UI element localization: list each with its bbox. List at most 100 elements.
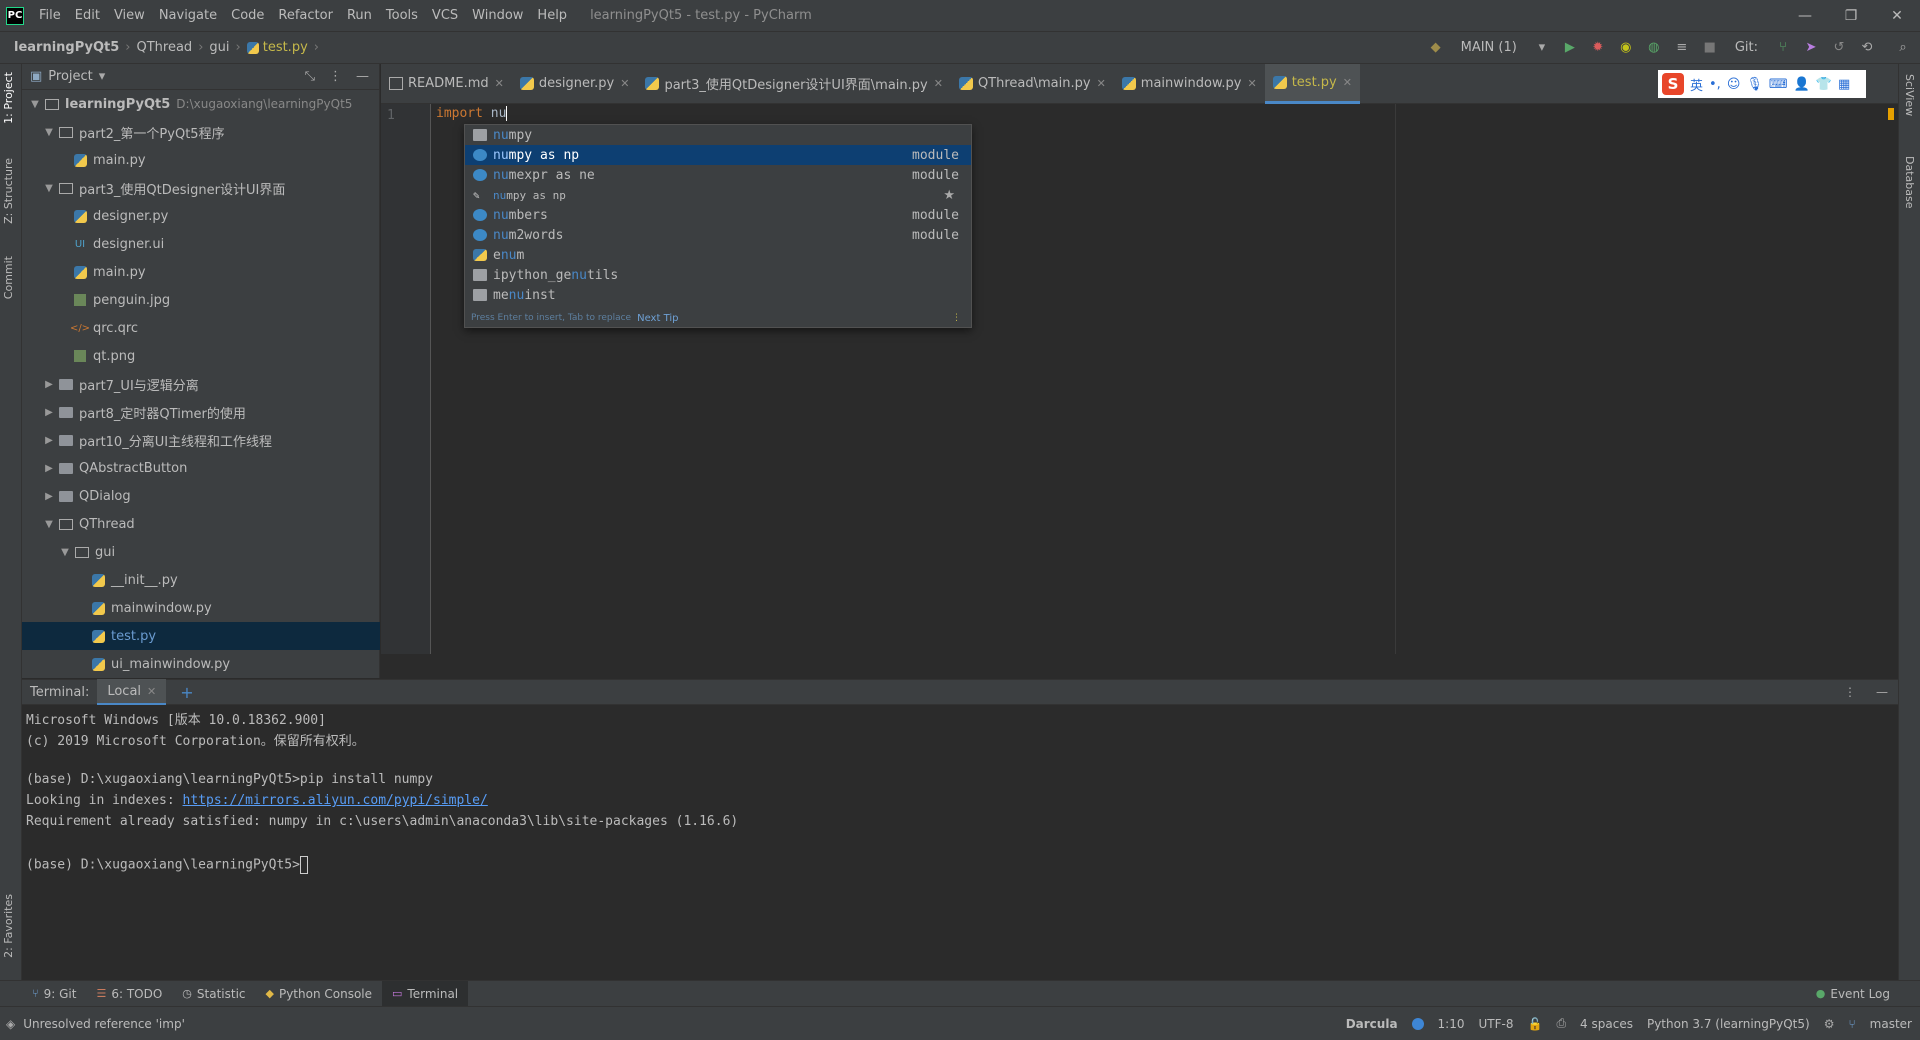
tab-part3-main[interactable]: part3_使用QtDesigner设计UI界面\main.py ✕	[637, 64, 951, 104]
tab-favorites[interactable]: 2: Favorites	[2, 894, 15, 958]
hide-panel-icon[interactable]: —	[1876, 685, 1888, 699]
tab-readme[interactable]: README.md ✕	[381, 64, 512, 104]
tab-sciview[interactable]: SciView	[1903, 74, 1916, 116]
collapse-all-icon[interactable]: ⤡	[305, 69, 315, 84]
git-update-icon[interactable]: ⑂	[1774, 39, 1792, 57]
completion-item[interactable]: nu mexpr as ne module	[465, 165, 971, 185]
run-configuration-select[interactable]: MAIN (1)	[1455, 40, 1523, 55]
profile-icon[interactable]: ◍	[1645, 39, 1663, 57]
chevron-right-icon[interactable]: ▶	[42, 491, 56, 502]
tree-item-selected[interactable]: test.py	[22, 622, 380, 650]
search-icon[interactable]: ⌕	[1894, 39, 1912, 57]
menu-edit[interactable]: Edit	[68, 0, 107, 32]
menu-run[interactable]: Run	[340, 0, 379, 32]
tab-structure[interactable]: Z: Structure	[2, 158, 15, 224]
chevron-right-icon[interactable]: ▶	[42, 435, 56, 446]
tool-statistic[interactable]: ◷ Statistic	[172, 981, 255, 1007]
completion-item[interactable]: ipython_ge nu tils	[465, 265, 971, 285]
tool-todo[interactable]: ☰ 6: TODO	[86, 981, 172, 1007]
tab-commit[interactable]: Commit	[2, 256, 15, 299]
git-branch[interactable]: master	[1870, 1017, 1912, 1031]
tree-root[interactable]: ▼ learningPyQt5 D:\xugaoxiang\learningPy…	[22, 90, 380, 118]
menu-file[interactable]: File	[32, 0, 68, 32]
options-icon[interactable]: ⋮	[329, 69, 342, 84]
tab-database[interactable]: Database	[1903, 156, 1916, 209]
close-tab-icon[interactable]: ✕	[147, 685, 156, 698]
menu-vcs[interactable]: VCS	[425, 0, 465, 32]
completion-item[interactable]: e nu m	[465, 245, 971, 265]
tree-item[interactable]: ui_mainwindow.py	[22, 650, 380, 678]
user-icon[interactable]: 👤	[1794, 77, 1810, 92]
breadcrumb-item[interactable]: QThread	[137, 40, 193, 55]
completion-item[interactable]: nu m2words module	[465, 225, 971, 245]
debug-icon[interactable]: ✹	[1589, 39, 1607, 57]
chevron-right-icon[interactable]: ▶	[42, 407, 56, 418]
tab-qthread-main[interactable]: QThread\main.py ✕	[951, 64, 1114, 104]
terminal-output[interactable]: Microsoft Windows [版本 10.0.18362.900] (c…	[22, 705, 1898, 980]
tree-item[interactable]: ▼ gui	[22, 538, 380, 566]
menu-tools[interactable]: Tools	[379, 0, 425, 32]
layers-icon[interactable]: ◈	[6, 1017, 15, 1031]
coverage-icon[interactable]: ◉	[1617, 39, 1635, 57]
tree-item[interactable]: ▶ part7_UI与逻辑分离	[22, 370, 380, 398]
next-tip-link[interactable]: Next Tip	[637, 313, 678, 324]
chevron-right-icon[interactable]: ▶	[42, 463, 56, 474]
completion-item[interactable]: nu mbers module	[465, 205, 971, 225]
completion-item[interactable]: nu mpy	[465, 125, 971, 145]
terminal-tab-local[interactable]: Local ✕	[97, 679, 167, 705]
menu-code[interactable]: Code	[224, 0, 271, 32]
new-terminal-icon[interactable]: +	[180, 683, 193, 702]
tree-item[interactable]: ▶ part8_定时器QTimer的使用	[22, 398, 380, 426]
emoji-icon[interactable]: ☺	[1727, 77, 1741, 92]
tab-test-active[interactable]: test.py ✕	[1264, 63, 1360, 104]
tab-mainwindow[interactable]: mainwindow.py ✕	[1114, 64, 1265, 104]
more-options-icon[interactable]: ⋮	[952, 313, 961, 323]
punctuation-icon[interactable]: •,	[1709, 77, 1721, 92]
star-icon[interactable]: ★	[943, 188, 955, 203]
chevron-down-icon[interactable]: ▾	[99, 69, 106, 84]
tree-item[interactable]: ▼ part3_使用QtDesigner设计UI界面	[22, 174, 380, 202]
tree-item[interactable]: qt.png	[22, 342, 380, 370]
menu-help[interactable]: Help	[530, 0, 574, 32]
close-button[interactable]: ✕	[1874, 8, 1920, 24]
tree-item[interactable]: main.py	[22, 146, 380, 174]
stop-icon[interactable]: ■	[1701, 39, 1719, 57]
tool-python-console[interactable]: ◆ Python Console	[256, 981, 383, 1007]
tree-item[interactable]: ▼ QThread	[22, 510, 380, 538]
file-encoding[interactable]: UTF-8	[1479, 1017, 1514, 1031]
chevron-down-icon[interactable]: ▼	[58, 547, 72, 558]
breadcrumb-item[interactable]: gui	[209, 40, 229, 55]
sogou-logo-icon[interactable]: S	[1662, 73, 1684, 95]
ime-mode-label[interactable]: 英	[1690, 75, 1703, 94]
completion-item-selected[interactable]: nu mpy as np module	[465, 145, 971, 165]
close-tab-icon[interactable]: ✕	[1343, 76, 1352, 89]
tab-designer[interactable]: designer.py ✕	[512, 64, 638, 104]
close-tab-icon[interactable]: ✕	[934, 77, 943, 90]
close-tab-icon[interactable]: ✕	[495, 77, 504, 90]
warning-marker-icon[interactable]	[1888, 108, 1894, 120]
tool-git[interactable]: ⑂ 9: Git	[22, 981, 86, 1007]
tree-item[interactable]: mainwindow.py	[22, 594, 380, 622]
tree-item[interactable]: __init__.py	[22, 566, 380, 594]
python-interpreter[interactable]: Python 3.7 (learningPyQt5)	[1647, 1017, 1810, 1031]
menu-refactor[interactable]: Refactor	[271, 0, 340, 32]
indent-setting[interactable]: 4 spaces	[1580, 1017, 1633, 1031]
minimize-button[interactable]: —	[1782, 8, 1828, 24]
menu-window[interactable]: Window	[465, 0, 530, 32]
tree-item[interactable]: ▶ QAbstractButton	[22, 454, 380, 482]
tree-item[interactable]: main.py	[22, 258, 380, 286]
breadcrumb-root[interactable]: learningPyQt5	[14, 40, 119, 55]
breadcrumb-file[interactable]: test.py	[263, 40, 308, 55]
git-push-icon[interactable]: ➤	[1802, 39, 1820, 57]
skin-icon[interactable]: 👕	[1816, 77, 1832, 92]
settings-icon[interactable]: ⚙	[1824, 1017, 1835, 1031]
tree-item[interactable]: ▼ part2_第一个PyQt5程序	[22, 118, 380, 146]
rollback-icon[interactable]: ⟲	[1858, 39, 1876, 57]
theme-label[interactable]: Darcula	[1346, 1017, 1398, 1031]
close-tab-icon[interactable]: ✕	[620, 77, 629, 90]
caret-position[interactable]: 1:10	[1438, 1017, 1465, 1031]
tool-event-log[interactable]: ● Event Log	[1806, 981, 1920, 1007]
menu-navigate[interactable]: Navigate	[152, 0, 224, 32]
tree-item[interactable]: designer.py	[22, 202, 380, 230]
build-icon[interactable]: ≡	[1673, 39, 1691, 57]
